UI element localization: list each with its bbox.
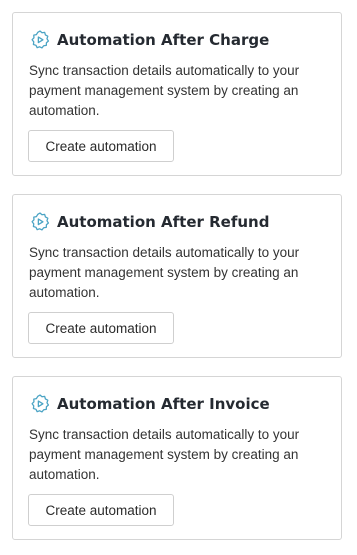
card-title: Automation After Charge — [57, 31, 270, 49]
card-header: Automation After Charge — [29, 29, 269, 51]
automation-card-invoice: Automation After Invoice Sync transactio… — [12, 376, 342, 540]
create-automation-button[interactable]: Create automation — [28, 494, 174, 526]
automation-gear-play-icon — [29, 211, 51, 233]
automation-card-refund: Automation After Refund Sync transaction… — [12, 194, 342, 358]
create-automation-button[interactable]: Create automation — [28, 312, 174, 344]
card-header: Automation After Refund — [29, 211, 269, 233]
card-title: Automation After Refund — [57, 213, 270, 231]
card-title: Automation After Invoice — [57, 395, 270, 413]
automation-gear-play-icon — [29, 29, 51, 51]
create-automation-button[interactable]: Create automation — [28, 130, 174, 162]
card-description: Sync transaction details automatically t… — [29, 245, 300, 300]
card-header: Automation After Invoice — [29, 393, 270, 415]
card-description: Sync transaction details automatically t… — [29, 427, 300, 482]
automation-gear-play-icon — [29, 393, 51, 415]
automation-card-charge: Automation After Charge Sync transaction… — [12, 12, 342, 176]
card-description: Sync transaction details automatically t… — [29, 63, 300, 118]
